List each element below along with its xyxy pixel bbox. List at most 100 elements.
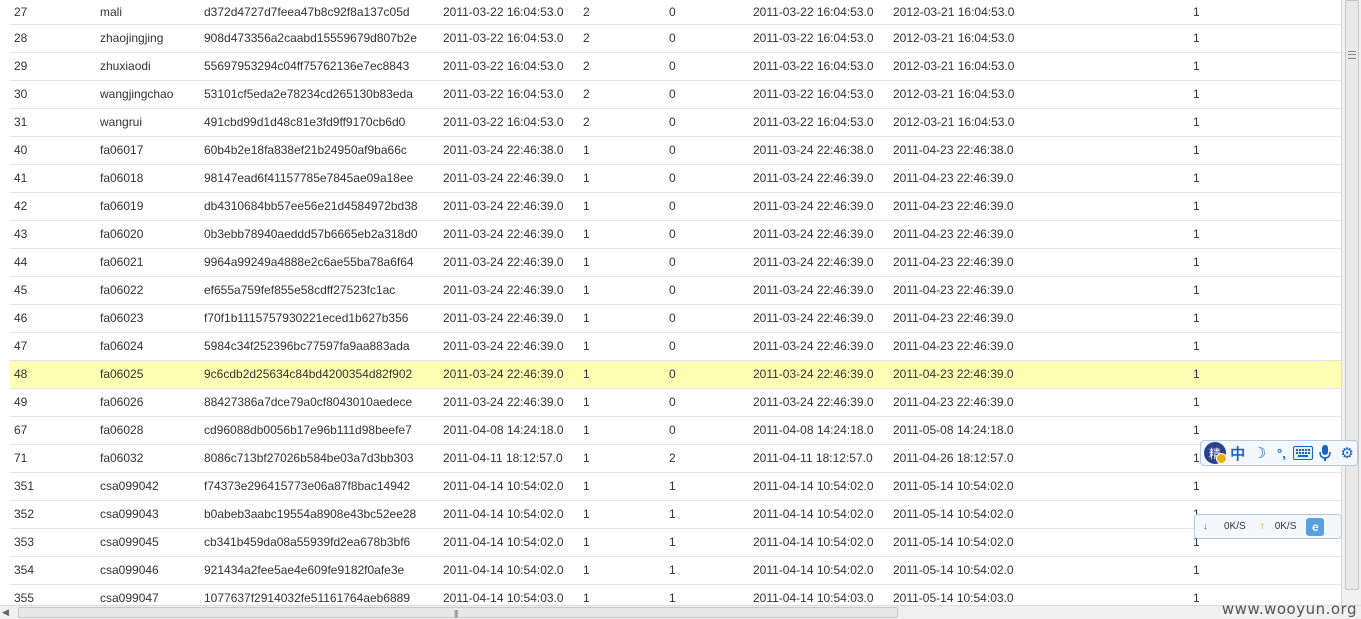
table-cell: 44: [10, 248, 96, 277]
table-row[interactable]: 30 wangjingchao 53101cf5eda2e78234cd265130…: [10, 80, 1341, 109]
table-row[interactable]: 351 csa099042 f74373e296415773e06a87f8bac1…: [10, 472, 1341, 501]
table-cell: 1: [579, 416, 665, 445]
table-row[interactable]: 40 fa06017 60b4b2e18fa838ef21b24950af9ba66…: [10, 136, 1341, 165]
scroll-left-arrow-icon[interactable]: ◀: [2, 607, 9, 618]
table-cell: 98147ead6f41157785e7845ae09a18ee: [200, 164, 439, 193]
table-row[interactable]: 48 fa06025 9c6cdb2d25634c84bd4200354d82f90…: [10, 360, 1341, 389]
table-cell: 921434a2fee5ae4e609fe9182f0afe3e: [200, 556, 439, 585]
microphone-icon[interactable]: [1315, 443, 1335, 463]
table-row[interactable]: 47 fa06024 5984c34f252396bc77597fa9aa883ad…: [10, 332, 1341, 361]
table-cell: 1: [1189, 80, 1341, 109]
table-cell: 28: [10, 24, 96, 53]
table-cell: mali: [96, 0, 200, 25]
table-cell: 46: [10, 304, 96, 333]
table-cell: 352: [10, 500, 96, 529]
table-row[interactable]: 43 fa06020 0b3ebb78940aeddd57b6665eb2a318d…: [10, 220, 1341, 249]
table-cell: 2011-03-24 22:46:38.0: [749, 136, 889, 165]
table-cell: 1: [579, 220, 665, 249]
table-row[interactable]: 27 mali d372d4727d7feea47b8c92f8a137c05d 20…: [10, 0, 1341, 25]
table-row[interactable]: 67 fa06028 cd96088db0056b17e96b111d98beefe…: [10, 416, 1341, 445]
table-cell: 1: [1189, 248, 1341, 277]
table-cell: 9964a99249a4888e2c6ae55ba78a6f64: [200, 248, 439, 277]
moon-punctuation-icon[interactable]: ☽: [1250, 443, 1270, 463]
table-row[interactable]: 49 fa06026 88427386a7dce79a0cf8043010aedec…: [10, 388, 1341, 417]
table-cell: 2011-03-24 22:46:39.0: [439, 388, 579, 417]
comma-icon[interactable]: °,: [1272, 443, 1292, 463]
table-cell: 71: [10, 444, 96, 473]
table-cell: 0: [665, 80, 749, 109]
table-cell: 2011-04-23 22:46:39.0: [889, 304, 1189, 333]
table-cell: 2011-05-14 10:54:03.0: [889, 584, 1189, 605]
table-row[interactable]: 353 csa099045 cb341b459da08a55939fd2ea678b…: [10, 528, 1341, 557]
vertical-scrollbar[interactable]: [1341, 0, 1361, 605]
table-cell: wangrui: [96, 108, 200, 137]
horizontal-scrollbar-thumb[interactable]: |||: [18, 607, 898, 618]
table-cell: 0: [665, 248, 749, 277]
table-cell: ef655a759fef855e58cdff27523fc1ac: [200, 276, 439, 305]
table-cell: 2011-05-14 10:54:02.0: [889, 528, 1189, 557]
table-cell: csa099042: [96, 472, 200, 501]
ime-logo-icon[interactable]: 精: [1204, 442, 1227, 464]
table-cell: 41: [10, 164, 96, 193]
upload-arrow-icon: ↑: [1259, 521, 1265, 532]
table-row[interactable]: 41 fa06018 98147ead6f41157785e7845ae09a18e…: [10, 164, 1341, 193]
table-cell: 354: [10, 556, 96, 585]
table-cell: 1: [579, 584, 665, 605]
table-cell: 1: [579, 528, 665, 557]
table-cell: 2012-03-21 16:04:53.0: [889, 0, 1189, 25]
table-cell: 1: [1189, 164, 1341, 193]
table-row[interactable]: 71 fa06032 8086c713bf27026b584be03a7d3bb30…: [10, 444, 1341, 473]
table-cell: 2011-03-24 22:46:39.0: [439, 304, 579, 333]
table-cell: 2011-03-22 16:04:53.0: [439, 24, 579, 53]
data-table-container: 27 mali d372d4727d7feea47b8c92f8a137c05d 20…: [10, 0, 1341, 605]
table-cell: 1: [579, 192, 665, 221]
table-cell: 2011-04-23 22:46:39.0: [889, 388, 1189, 417]
chinese-mode-icon[interactable]: 中: [1228, 443, 1248, 463]
table-row[interactable]: 29 zhuxiaodi 55697953294c04ff75762136e7ec8…: [10, 52, 1341, 81]
table-row[interactable]: 45 fa06022 ef655a759fef855e58cdff27523fc1a…: [10, 276, 1341, 305]
table-cell: 2011-03-22 16:04:53.0: [439, 52, 579, 81]
table-cell: 60b4b2e18fa838ef21b24950af9ba66c: [200, 136, 439, 165]
table-cell: fa06020: [96, 220, 200, 249]
table-row[interactable]: 355 csa099047 1077637f2914032fe51161764aeb…: [10, 584, 1341, 605]
watermark: www.wooyun.org: [1221, 600, 1357, 618]
table-cell: b0abeb3aabc19554a8908e43bc52ee28: [200, 500, 439, 529]
horizontal-scrollbar[interactable]: ◀ |||: [0, 605, 1361, 619]
table-cell: 1: [1189, 556, 1341, 585]
data-table: 27 mali d372d4727d7feea47b8c92f8a137c05d 20…: [10, 0, 1341, 605]
table-row[interactable]: 44 fa06021 9964a99249a4888e2c6ae55ba78a6f6…: [10, 248, 1341, 277]
table-cell: 0: [665, 360, 749, 389]
table-cell: 0: [665, 0, 749, 25]
table-cell: 1: [579, 472, 665, 501]
table-cell: 67: [10, 416, 96, 445]
table-cell: 2011-04-14 10:54:03.0: [749, 584, 889, 605]
table-cell: 2011-03-24 22:46:39.0: [439, 248, 579, 277]
network-monitor: ↓ 0K/S ↑ 0K/S e: [1194, 514, 1342, 539]
table-row[interactable]: 31 wangrui 491cbd99d1d48c81e3fd9ff9170cb6d…: [10, 108, 1341, 137]
table-cell: 1: [1189, 0, 1341, 25]
gear-icon[interactable]: ⚙: [1337, 443, 1357, 463]
table-cell: f70f1b1115757930221eced1b627b356: [200, 304, 439, 333]
table-row[interactable]: 352 csa099043 b0abeb3aabc19554a8908e43bc52…: [10, 500, 1341, 529]
table-row[interactable]: 42 fa06019 db4310684bb57ee56e21d4584972bd3…: [10, 192, 1341, 221]
table-cell: csa099046: [96, 556, 200, 585]
table-cell: 1: [1189, 220, 1341, 249]
table-row[interactable]: 354 csa099046 921434a2fee5ae4e609fe9182f0a…: [10, 556, 1341, 585]
table-cell: 2011-04-23 22:46:39.0: [889, 164, 1189, 193]
table-row[interactable]: 28 zhaojingjing 908d473356a2caabd15559679d…: [10, 24, 1341, 53]
browser-icon[interactable]: e: [1306, 517, 1325, 536]
table-cell: 1077637f2914032fe51161764aeb6889: [200, 584, 439, 605]
table-cell: 2: [579, 24, 665, 53]
table-cell: 1: [1189, 276, 1341, 305]
vertical-scrollbar-thumb[interactable]: [1345, 0, 1359, 590]
table-cell: 0: [665, 304, 749, 333]
table-cell: fa06025: [96, 360, 200, 389]
table-cell: 1: [579, 304, 665, 333]
table-cell: zhaojingjing: [96, 24, 200, 53]
table-cell: 0b3ebb78940aeddd57b6665eb2a318d0: [200, 220, 439, 249]
keyboard-icon[interactable]: [1293, 443, 1314, 463]
table-cell: 2011-04-26 18:12:57.0: [889, 444, 1189, 473]
table-cell: 0: [665, 388, 749, 417]
table-row[interactable]: 46 fa06023 f70f1b1115757930221eced1b627b35…: [10, 304, 1341, 333]
table-cell: 42: [10, 192, 96, 221]
